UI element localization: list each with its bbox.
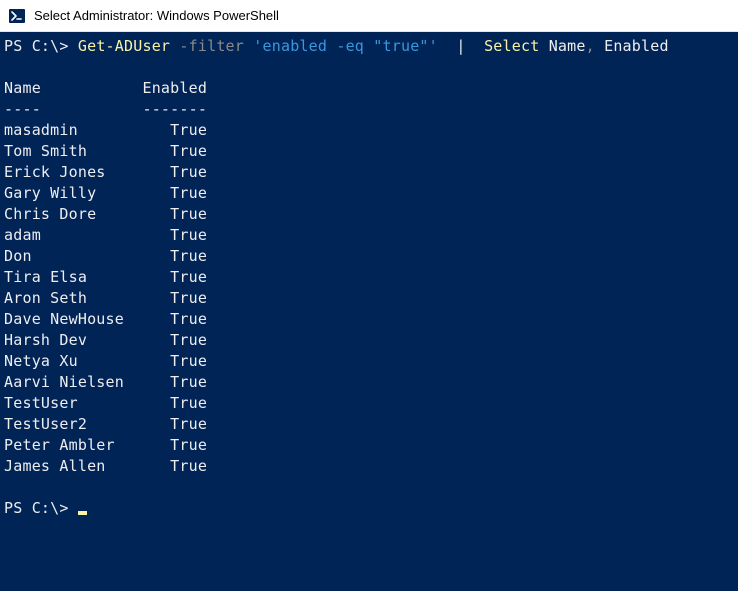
prompt: PS C:\>	[4, 37, 78, 55]
window-title: Select Administrator: Windows PowerShell	[34, 8, 279, 23]
header-row: Name Enabled	[4, 79, 207, 97]
powershell-icon	[8, 7, 26, 25]
col-enabled: Enabled	[604, 37, 669, 55]
filter-value: 'enabled -eq "true"'	[253, 37, 438, 55]
cmdlet: Get-ADUser	[78, 37, 170, 55]
terminal-area[interactable]: PS C:\> Get-ADUser -filter 'enabled -eq …	[0, 32, 738, 591]
comma: ,	[586, 37, 595, 55]
col-name: Name	[549, 37, 586, 55]
header-underline: ---- -------	[4, 100, 207, 118]
blank-line	[4, 58, 13, 76]
blank-line-2	[4, 478, 13, 496]
pipe: |	[456, 37, 465, 55]
window-titlebar[interactable]: Select Administrator: Windows PowerShell	[0, 0, 738, 32]
cursor	[78, 511, 87, 515]
param-filter: -filter	[179, 37, 244, 55]
output-rows: masadmin True Tom Smith True Erick Jones…	[4, 121, 207, 475]
prompt-2: PS C:\>	[4, 499, 78, 517]
select-cmd: Select	[484, 37, 539, 55]
